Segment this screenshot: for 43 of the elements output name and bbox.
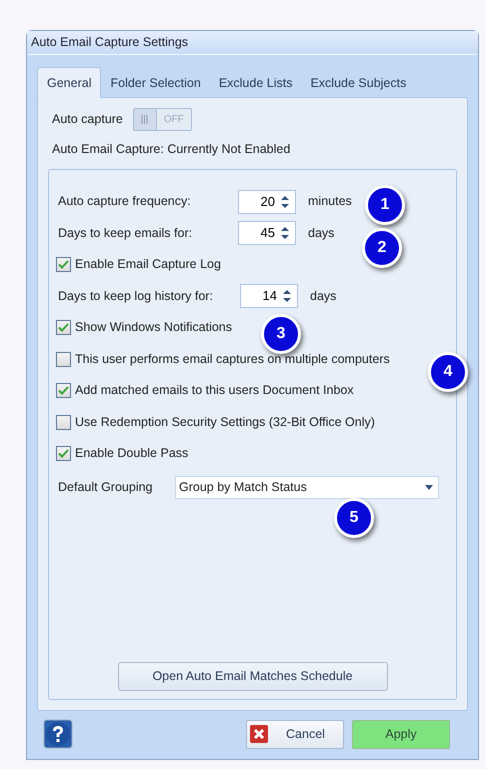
up-down-arrows-icon[interactable]	[280, 225, 290, 241]
checkbox-label: Use Redemption Security Settings (32-Bit Office Only)	[75, 414, 375, 431]
grip-icon	[141, 115, 148, 124]
checkbox[interactable]	[56, 383, 71, 398]
checkbox[interactable]	[56, 257, 71, 272]
tab[interactable]: Folder Selection	[101, 69, 210, 97]
status-text: Auto Email Capture: Currently Not Enabled	[51, 141, 292, 158]
caret-icon	[425, 484, 433, 490]
number-spinner[interactable]: 14	[240, 284, 298, 308]
checkbox[interactable]	[56, 320, 71, 335]
tab[interactable]: Exclude Subjects	[301, 69, 416, 97]
apply-button[interactable]: Apply	[352, 720, 450, 748]
checkbox[interactable]	[56, 414, 71, 430]
up-down-arrows-icon[interactable]	[282, 288, 292, 304]
checkmark-icon	[58, 260, 69, 269]
unit-label: days	[310, 288, 336, 305]
window-title: Auto Email Capture Settings	[27, 31, 478, 55]
checkmark-icon	[58, 323, 69, 332]
checkmark-icon	[58, 449, 69, 458]
checkmark-icon	[58, 386, 69, 395]
schedule-button[interactable]: Open Auto Email Matches Schedule	[118, 662, 388, 691]
checkbox-label: Enable Double Pass	[75, 445, 188, 462]
checkbox-label: Show Windows Notifications	[75, 319, 232, 336]
help-icon[interactable]	[43, 719, 73, 749]
cancel-button[interactable]: Cancel	[246, 720, 344, 748]
unit-label: minutes	[308, 193, 352, 210]
checkbox-label: Add matched emails to this users Document Inbox	[75, 382, 354, 400]
field-label: Auto capture frequency:	[58, 193, 192, 210]
checkbox-label: Enable Email Capture Log	[75, 256, 221, 274]
field-label: Days to keep log history for:	[58, 288, 214, 305]
tab[interactable]: General	[37, 67, 102, 98]
number-spinner[interactable]: 20	[238, 190, 296, 214]
field-label: Default Grouping	[58, 478, 154, 496]
number-spinner[interactable]: 45	[238, 221, 296, 245]
grouping-dropdown[interactable]: Group by Match Status	[175, 476, 439, 499]
close-icon	[250, 725, 268, 743]
checkbox[interactable]	[56, 446, 71, 461]
unit-label: days	[308, 224, 334, 242]
auto-capture-label: Auto capture	[52, 111, 123, 128]
up-down-arrows-icon[interactable]	[280, 194, 290, 210]
tab[interactable]: Exclude Lists	[210, 69, 302, 97]
checkbox[interactable]	[56, 352, 71, 366]
field-label: Days to keep emails for:	[58, 224, 194, 242]
